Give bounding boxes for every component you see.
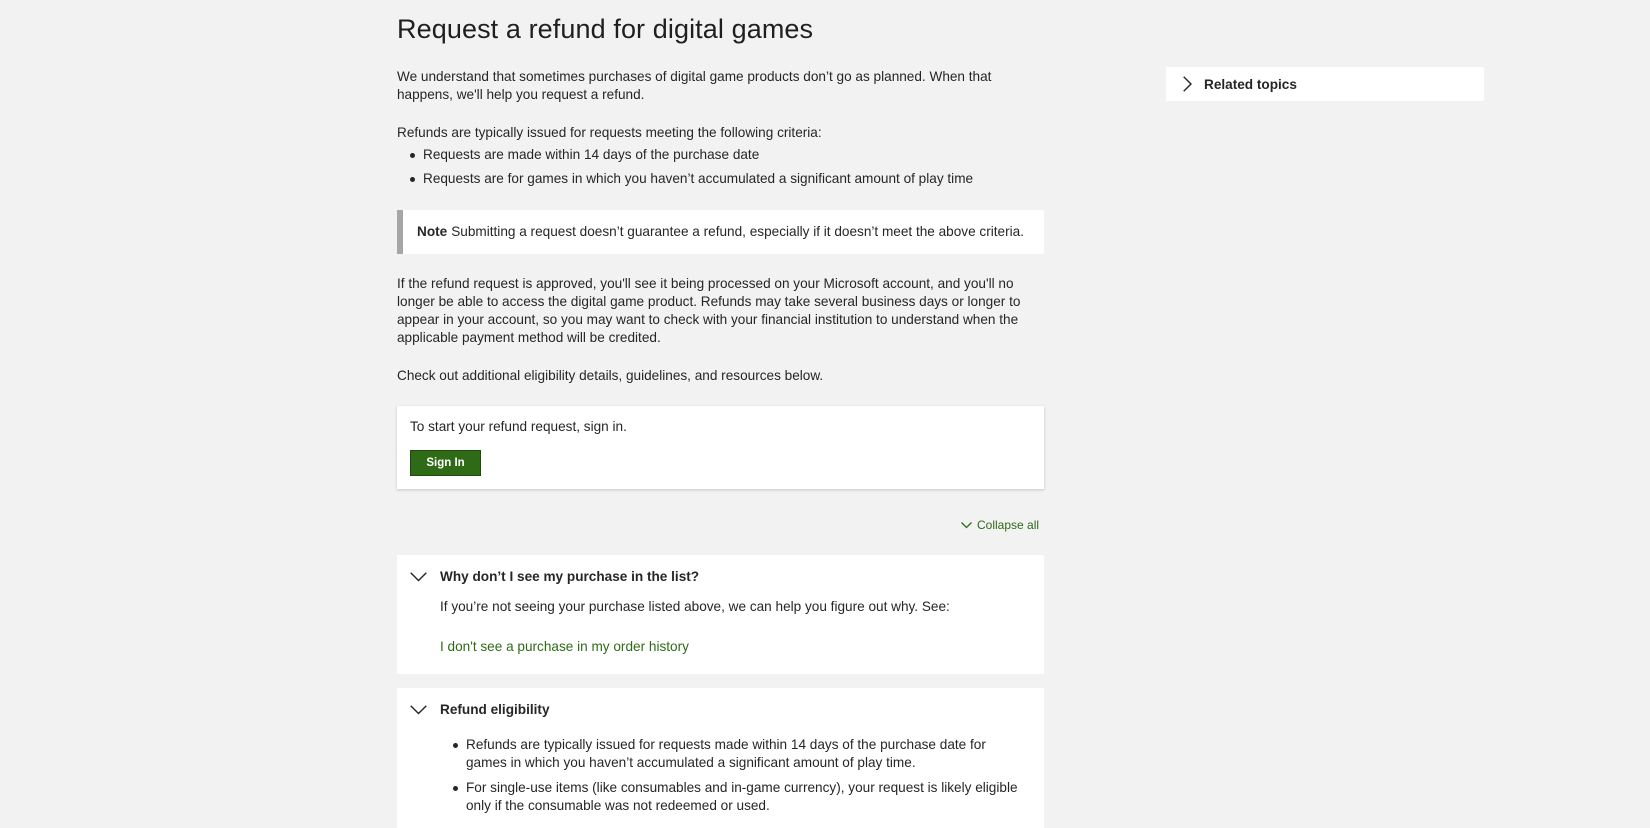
resources-paragraph: Check out additional eligibility details…: [397, 368, 824, 383]
collapse-all-label: Collapse all: [977, 518, 1040, 532]
note-label: Note: [417, 224, 448, 239]
list-item: Refunds are typically issued for request…: [440, 736, 1025, 772]
accordion-title: Refund eligibility: [440, 702, 550, 717]
criteria-list: Requests are made within 14 days of the …: [397, 146, 973, 194]
bullet-icon: [453, 786, 458, 791]
signin-card: To start your refund request, sign in. S…: [397, 406, 1044, 489]
related-topics-toggle[interactable]: Related topics: [1166, 67, 1484, 101]
note-callout: Note Submitting a request doesn’t guarant…: [397, 210, 1044, 254]
list-item-text: Requests are for games in which you have…: [423, 171, 974, 186]
chevron-down-icon: [961, 521, 972, 528]
related-topics-label: Related topics: [1204, 76, 1297, 92]
bullet-icon: [410, 153, 415, 158]
page-title: Request a refund for digital games: [397, 14, 814, 44]
accordion-text: If you’re not seeing your purchase liste…: [440, 599, 950, 614]
list-item: For single-use items (like consumables a…: [440, 779, 1025, 815]
chevron-down-icon: [410, 571, 427, 581]
order-history-link[interactable]: I don't see a purchase in my order histo…: [440, 639, 689, 654]
accordion-header[interactable]: Refund eligibility: [410, 702, 550, 717]
accordion-refund-eligibility: Refund eligibility Refunds are typically…: [397, 688, 1044, 828]
approval-paragraph: If the refund request is approved, you'l…: [397, 276, 1021, 345]
criteria-intro: Refunds are typically issued for request…: [397, 125, 822, 140]
list-item-text: Requests are made within 14 days of the …: [423, 147, 760, 162]
intro-paragraph: We understand that sometimes purchases o…: [397, 69, 992, 102]
note-text: Submitting a request doesn’t guarantee a…: [451, 224, 1025, 239]
bullet-icon: [453, 743, 458, 748]
bullet-icon: [410, 177, 415, 182]
chevron-right-icon: [1183, 76, 1192, 92]
list-item-text: Refunds are typically issued for request…: [466, 737, 986, 770]
list-item: Requests are for games in which you have…: [397, 170, 973, 194]
collapse-all-button[interactable]: Collapse all: [961, 518, 1039, 532]
list-item-text: For single-use items (like consumables a…: [466, 780, 1018, 813]
accordion-header[interactable]: Why don’t I see my purchase in the list?: [410, 569, 699, 584]
list-item: Requests are made within 14 days of the …: [397, 146, 973, 170]
signin-prompt: To start your refund request, sign in.: [410, 419, 627, 434]
sign-in-button[interactable]: Sign In: [410, 450, 481, 476]
eligibility-list: Refunds are typically issued for request…: [440, 736, 1025, 822]
accordion-title: Why don’t I see my purchase in the list?: [440, 569, 700, 584]
chevron-down-icon: [410, 704, 427, 714]
accordion-purchase-missing: Why don’t I see my purchase in the list?…: [397, 555, 1044, 674]
